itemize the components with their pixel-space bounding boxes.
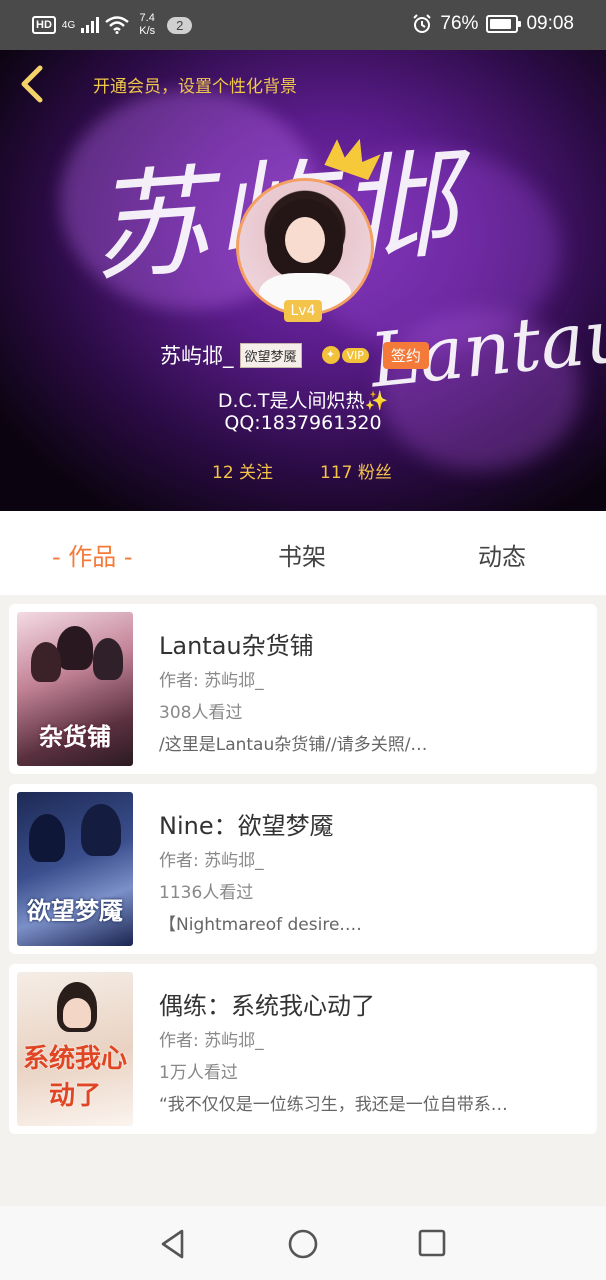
book-cover: 欲望梦魇: [17, 792, 133, 946]
tab-bookshelf[interactable]: 书架: [278, 537, 326, 572]
alarm-icon: [413, 14, 432, 33]
level-badge: Lv4: [284, 300, 322, 322]
signed-author-badge: 签约: [382, 341, 429, 369]
book-views: 1万人看过: [159, 1063, 238, 1083]
wifi-icon: [105, 16, 129, 34]
book-views: 1136人看过: [159, 883, 254, 903]
book-author: 作者: 苏屿邶_: [159, 851, 264, 871]
nickname: 苏屿邶_: [160, 344, 234, 368]
home-nav-icon[interactable]: [287, 1228, 319, 1260]
network-type: 4G: [61, 19, 76, 31]
book-title: Lantau杂货铺: [159, 632, 314, 660]
avatar[interactable]: [236, 178, 374, 316]
list-item[interactable]: 系统我心动了 偶练：系统我心动了 作者: 苏屿邶_ 1万人看过 “我不仅仅是一位…: [9, 964, 597, 1134]
clock: 09:08: [526, 13, 574, 34]
book-cover: 杂货铺: [17, 612, 133, 766]
tab-activity[interactable]: 动态: [478, 537, 526, 572]
back-arrow-icon[interactable]: [14, 62, 54, 106]
list-item[interactable]: 欲望梦魇 Nine：欲望梦魇 作者: 苏屿邶_ 1136人看过 【Nightma…: [9, 784, 597, 954]
network-speed: 7.4 K/s: [139, 12, 156, 37]
book-title: Nine：欲望梦魇: [159, 812, 334, 840]
followers-count[interactable]: 117 粉丝: [320, 458, 392, 483]
tab-works[interactable]: - 作品 -: [52, 537, 133, 572]
notification-count-badge: 2: [167, 16, 193, 34]
book-description: “我不仅仅是一位练习生，我还是一位自带系…: [159, 1095, 508, 1115]
book-author: 作者: 苏屿邶_: [159, 671, 264, 691]
signal-icon: [81, 17, 100, 33]
book-views: 308人看过: [159, 703, 243, 723]
list-item[interactable]: 杂货铺 Lantau杂货铺 作者: 苏屿邶_ 308人看过 /这里是Lantau…: [9, 604, 597, 774]
sparkle-icon: ✨: [364, 390, 389, 412]
battery-icon: [486, 15, 522, 33]
vip-background-promo-link[interactable]: 开通会员，设置个性化背景: [93, 72, 297, 97]
profile-header: 苏屿邶 Lantau 开通会员，设置个性化背景 Lv4 苏屿邶_ 欲望梦魇 ✦ …: [0, 50, 606, 511]
vip-coin-icon: ✦: [321, 346, 340, 364]
book-title: 偶练：系统我心动了: [159, 992, 375, 1020]
status-bar: HD 4G 7.4 K/s 2 76% 09:08: [0, 0, 606, 50]
book-author: 作者: 苏屿邶_: [159, 1031, 264, 1051]
profile-tabs: - 作品 - 书架 动态: [0, 511, 606, 595]
battery-percent: 76%: [440, 13, 479, 34]
nickname-tag: 欲望梦魇: [239, 342, 302, 368]
book-cover: 系统我心动了: [17, 972, 133, 1126]
following-count[interactable]: 12 关注: [212, 458, 273, 483]
hd-icon: HD: [32, 16, 56, 34]
recents-nav-icon[interactable]: [417, 1228, 447, 1258]
book-description: 【Nightmareof desire.…: [159, 915, 362, 935]
bio-line-2: QQ:1837961320: [224, 412, 382, 434]
back-nav-icon[interactable]: [158, 1228, 188, 1260]
book-description: /这里是Lantau杂货铺//请多关照/…: [159, 735, 428, 755]
system-navigation-bar: [0, 1206, 606, 1280]
bio-line-1: D.C.T是人间炽热✨: [217, 390, 389, 412]
vip-badge[interactable]: ✦ VIP: [321, 346, 369, 364]
